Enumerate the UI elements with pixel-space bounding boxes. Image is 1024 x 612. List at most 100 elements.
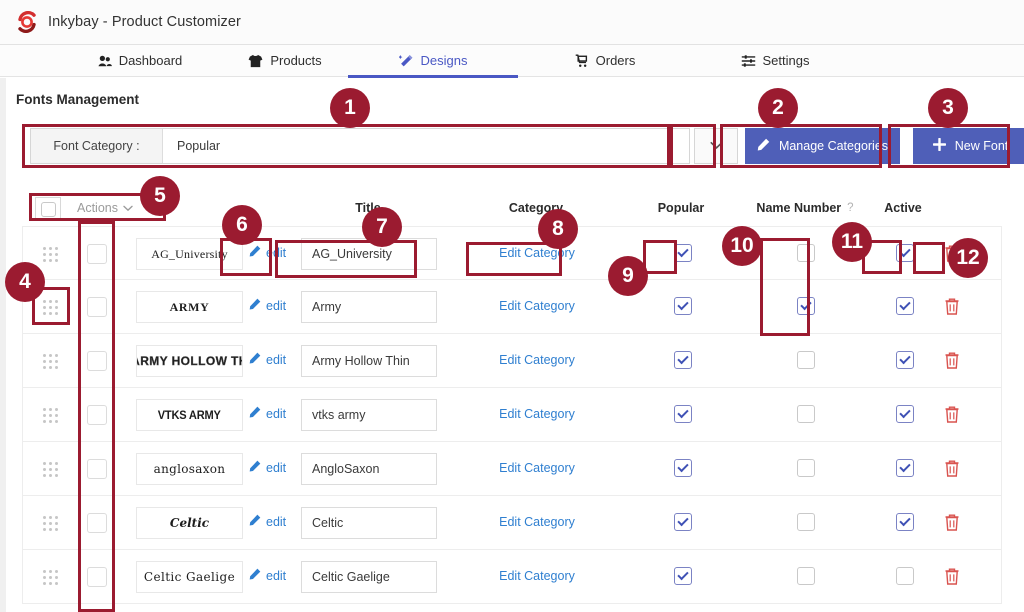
delete-font-button[interactable] xyxy=(943,297,961,316)
tshirt-icon xyxy=(248,54,263,68)
font-category-select[interactable]: Font Category : Popular xyxy=(30,128,690,164)
chevron-down-icon xyxy=(123,201,133,215)
edit-font-link[interactable]: edit xyxy=(249,406,286,421)
table-row: VTKS ARMY edit vtks army Edit Category xyxy=(22,388,1002,442)
help-icon[interactable]: ? xyxy=(847,202,853,214)
edit-category-link[interactable]: Edit Category xyxy=(457,353,617,367)
popular-checkbox[interactable] xyxy=(674,513,692,531)
drag-handle-icon[interactable] xyxy=(37,348,63,374)
font-title-input[interactable]: AG_University xyxy=(301,238,437,270)
name-number-checkbox[interactable] xyxy=(797,351,815,369)
active-checkbox[interactable] xyxy=(896,244,914,262)
font-preview: VTKS ARMY xyxy=(136,399,243,431)
font-title-value: Celtic Gaelige xyxy=(312,570,390,584)
row-select-checkbox[interactable] xyxy=(87,513,107,533)
edit-category-link[interactable]: Edit Category xyxy=(457,299,617,313)
table-row: anglosaxon edit AngloSaxon Edit Category xyxy=(22,442,1002,496)
drag-handle-icon[interactable] xyxy=(37,402,63,428)
font-title-input[interactable]: Army Hollow Thin xyxy=(301,345,437,377)
active-checkbox[interactable] xyxy=(896,297,914,315)
active-checkbox[interactable] xyxy=(896,567,914,585)
callout-badge-1: 1 xyxy=(330,88,370,128)
pencil-icon xyxy=(249,514,261,529)
edit-font-link[interactable]: edit xyxy=(249,298,286,313)
new-font-button[interactable]: New Font xyxy=(913,128,1024,164)
tab-designs-label: Designs xyxy=(420,53,468,68)
edit-label: edit xyxy=(266,568,287,583)
row-select-checkbox[interactable] xyxy=(87,244,107,264)
edit-font-link[interactable]: edit xyxy=(249,245,286,260)
popular-checkbox[interactable] xyxy=(674,351,692,369)
page-left-edge xyxy=(0,78,6,612)
row-select-checkbox[interactable] xyxy=(87,567,107,587)
tab-products[interactable]: Products xyxy=(200,45,370,77)
popular-checkbox[interactable] xyxy=(674,459,692,477)
font-title-input[interactable]: Army xyxy=(301,291,437,323)
drag-handle-icon[interactable] xyxy=(37,294,63,320)
popular-checkbox[interactable] xyxy=(674,297,692,315)
tab-orders[interactable]: Orders xyxy=(520,45,690,77)
name-number-checkbox[interactable] xyxy=(797,459,815,477)
edit-category-link[interactable]: Edit Category xyxy=(457,515,617,529)
edit-category-link[interactable]: Edit Category xyxy=(457,246,617,260)
new-font-label: New Font xyxy=(954,139,1009,153)
delete-font-button[interactable] xyxy=(943,459,961,478)
delete-font-button[interactable] xyxy=(943,244,961,263)
pencil-icon xyxy=(249,352,261,367)
delete-font-button[interactable] xyxy=(943,513,961,532)
font-title-input[interactable]: Celtic xyxy=(301,507,437,539)
name-number-checkbox[interactable] xyxy=(797,405,815,423)
row-select-checkbox[interactable] xyxy=(87,297,107,317)
drag-handle-icon[interactable] xyxy=(37,456,63,482)
checkbox-icon xyxy=(797,513,815,531)
edit-font-link[interactable]: edit xyxy=(249,514,286,529)
popular-checkbox[interactable] xyxy=(674,405,692,423)
font-title-input[interactable]: vtks army xyxy=(301,399,437,431)
name-number-checkbox[interactable] xyxy=(797,297,815,315)
drag-handle-icon[interactable] xyxy=(37,241,63,267)
popular-checkbox[interactable] xyxy=(674,244,692,262)
edit-font-link[interactable]: edit xyxy=(249,568,286,583)
name-number-checkbox[interactable] xyxy=(797,513,815,531)
pencil-icon xyxy=(249,406,261,421)
manage-categories-label: Manage Categories xyxy=(778,139,889,153)
sliders-icon xyxy=(741,54,756,68)
select-all-checkbox[interactable] xyxy=(35,197,61,221)
name-number-checkbox[interactable] xyxy=(797,567,815,585)
font-preview: ARMY xyxy=(136,291,243,323)
row-select-checkbox[interactable] xyxy=(87,459,107,479)
font-title-input[interactable]: Celtic Gaelige xyxy=(301,561,437,593)
select-all-box-icon xyxy=(40,201,56,217)
edit-font-link[interactable]: edit xyxy=(249,352,286,367)
font-preview-text: VTKS ARMY xyxy=(158,408,221,422)
edit-font-link[interactable]: edit xyxy=(249,460,286,475)
checkbox-icon xyxy=(674,459,692,477)
font-title-value: AG_University xyxy=(312,247,392,261)
edit-category-link[interactable]: Edit Category xyxy=(457,407,617,421)
font-category-dropdown-toggle[interactable] xyxy=(694,128,738,164)
delete-font-button[interactable] xyxy=(943,567,961,586)
delete-font-button[interactable] xyxy=(943,351,961,370)
font-title-value: vtks army xyxy=(312,408,366,422)
edit-category-link[interactable]: Edit Category xyxy=(457,569,617,583)
active-checkbox[interactable] xyxy=(896,513,914,531)
active-checkbox[interactable] xyxy=(896,459,914,477)
row-select-checkbox[interactable] xyxy=(87,351,107,371)
tab-settings[interactable]: Settings xyxy=(690,45,860,77)
tab-designs[interactable]: Designs xyxy=(348,45,518,78)
drag-handle-icon[interactable] xyxy=(37,510,63,536)
popular-checkbox[interactable] xyxy=(674,567,692,585)
active-checkbox[interactable] xyxy=(896,405,914,423)
font-title-input[interactable]: AngloSaxon xyxy=(301,453,437,485)
checkbox-icon xyxy=(797,297,815,315)
drag-handle-icon[interactable] xyxy=(37,564,63,590)
active-checkbox[interactable] xyxy=(896,351,914,369)
manage-categories-button[interactable]: Manage Categories xyxy=(745,128,900,164)
tab-settings-label: Settings xyxy=(762,53,810,68)
delete-font-button[interactable] xyxy=(943,405,961,424)
name-number-checkbox[interactable] xyxy=(797,244,815,262)
font-title-value: Army Hollow Thin xyxy=(312,354,410,368)
edit-category-link[interactable]: Edit Category xyxy=(457,461,617,475)
actions-dropdown[interactable]: Actions xyxy=(77,201,133,215)
row-select-checkbox[interactable] xyxy=(87,405,107,425)
